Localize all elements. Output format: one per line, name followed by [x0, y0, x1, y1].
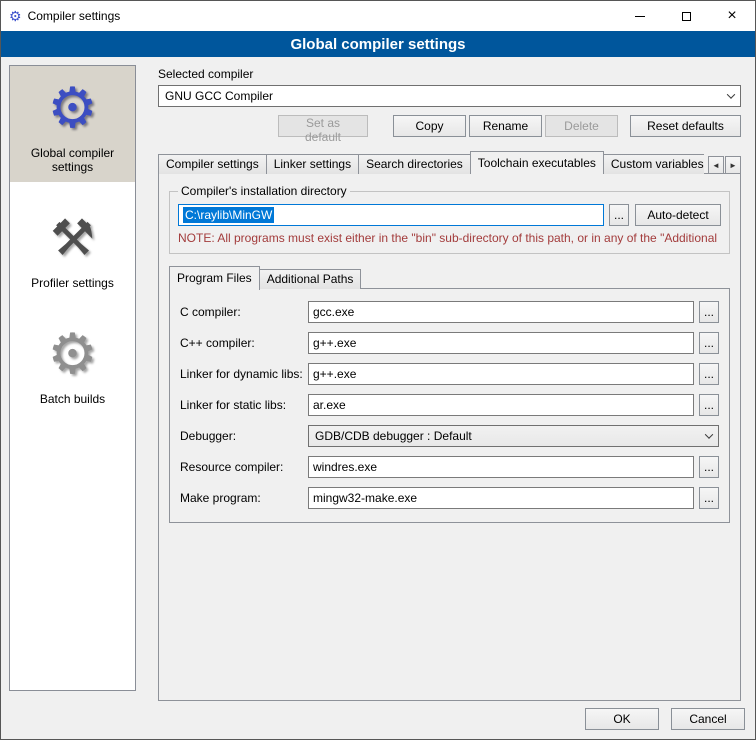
- minimize-button[interactable]: [617, 1, 663, 31]
- sidebar-item-label: Global compiler settings: [14, 146, 131, 174]
- browse-install-dir-button[interactable]: ...: [609, 204, 629, 226]
- sidebar: ⚙ Global compiler settings ⚒ Profiler se…: [9, 65, 136, 691]
- main-panel: Selected compiler GNU GCC Compiler Set a…: [158, 67, 741, 701]
- sidebar-item-batch-builds[interactable]: ⚙ Batch builds: [10, 312, 135, 414]
- resource-compiler-input[interactable]: [308, 456, 694, 478]
- profiler-hammer-icon: ⚒: [14, 206, 131, 270]
- tab-scroll-right-button[interactable]: ►: [725, 156, 741, 174]
- program-files-tab-strip: Program Files Additional Paths: [169, 266, 730, 289]
- selected-compiler-value: GNU GCC Compiler: [159, 89, 722, 103]
- window-title: Compiler settings: [28, 9, 121, 23]
- reset-defaults-button[interactable]: Reset defaults: [630, 115, 741, 137]
- tab-custom-variables[interactable]: Custom variables: [603, 154, 704, 174]
- auto-detect-button[interactable]: Auto-detect: [635, 204, 721, 226]
- toolchain-executables-panel: Compiler's installation directory C:\ray…: [158, 173, 741, 701]
- dynamic-linker-row: Linker for dynamic libs: ...: [180, 363, 719, 385]
- tab-scroll-left-button[interactable]: ◄: [708, 156, 724, 174]
- tab-linker-settings[interactable]: Linker settings: [266, 154, 359, 174]
- browse-cpp-compiler-button[interactable]: ...: [699, 332, 719, 354]
- settings-tab-strip: Compiler settings Linker settings Search…: [158, 151, 741, 174]
- delete-button[interactable]: Delete: [545, 115, 618, 137]
- debugger-label: Debugger:: [180, 429, 308, 443]
- c-compiler-label: C compiler:: [180, 305, 308, 319]
- dialog-footer: OK Cancel: [585, 708, 745, 730]
- page-title: Global compiler settings: [1, 31, 755, 57]
- copy-button[interactable]: Copy: [393, 115, 466, 137]
- static-linker-label: Linker for static libs:: [180, 398, 308, 412]
- install-dir-input[interactable]: C:\raylib\MinGW: [178, 204, 604, 226]
- note-text: NOTE: All programs must exist either in …: [178, 231, 721, 245]
- tab-compiler-settings[interactable]: Compiler settings: [158, 154, 267, 174]
- tab-search-directories[interactable]: Search directories: [358, 154, 471, 174]
- maximize-icon: [682, 12, 691, 21]
- compiler-buttons-row: Set as default Copy Rename Delete Reset …: [158, 115, 741, 137]
- browse-static-linker-button[interactable]: ...: [699, 394, 719, 416]
- window-controls: ×: [617, 1, 755, 31]
- browse-resource-compiler-button[interactable]: ...: [699, 456, 719, 478]
- resource-compiler-label: Resource compiler:: [180, 460, 308, 474]
- debugger-value: GDB/CDB debugger : Default: [309, 429, 700, 443]
- close-icon: ×: [727, 8, 736, 24]
- sidebar-item-global-compiler-settings[interactable]: ⚙ Global compiler settings: [10, 66, 135, 182]
- c-compiler-input[interactable]: [308, 301, 694, 323]
- selected-compiler-dropdown[interactable]: GNU GCC Compiler: [158, 85, 741, 107]
- tabs-container: Compiler settings Linker settings Search…: [158, 151, 704, 174]
- cpp-compiler-label: C++ compiler:: [180, 336, 308, 350]
- gear-gray-icon: ⚙: [14, 322, 131, 386]
- program-files-panel: C compiler: ... C++ compiler: ... Linker…: [169, 288, 730, 523]
- app-gear-icon: ⚙: [9, 9, 22, 23]
- set-as-default-button[interactable]: Set as default: [278, 115, 368, 137]
- ok-button[interactable]: OK: [585, 708, 659, 730]
- static-linker-row: Linker for static libs: ...: [180, 394, 719, 416]
- browse-c-compiler-button[interactable]: ...: [699, 301, 719, 323]
- debugger-dropdown[interactable]: GDB/CDB debugger : Default: [308, 425, 719, 447]
- tab-toolchain-executables[interactable]: Toolchain executables: [470, 151, 604, 174]
- dynamic-linker-input[interactable]: [308, 363, 694, 385]
- minimize-icon: [635, 16, 645, 17]
- close-button[interactable]: ×: [709, 1, 755, 31]
- c-compiler-row: C compiler: ...: [180, 301, 719, 323]
- sidebar-item-profiler-settings[interactable]: ⚒ Profiler settings: [10, 196, 135, 298]
- cpp-compiler-input[interactable]: [308, 332, 694, 354]
- tab-program-files[interactable]: Program Files: [169, 266, 260, 290]
- tab-additional-paths[interactable]: Additional Paths: [259, 269, 362, 289]
- resource-compiler-row: Resource compiler: ...: [180, 456, 719, 478]
- installation-directory-group: Compiler's installation directory C:\ray…: [169, 184, 730, 254]
- cpp-compiler-row: C++ compiler: ...: [180, 332, 719, 354]
- install-dir-selected-text: C:\raylib\MinGW: [183, 207, 274, 223]
- make-program-row: Make program: ...: [180, 487, 719, 509]
- chevron-down-icon: [722, 93, 740, 99]
- make-program-label: Make program:: [180, 491, 308, 505]
- gear-blue-icon: ⚙: [14, 76, 131, 140]
- selected-compiler-label: Selected compiler: [158, 67, 741, 81]
- tab-scroll-buttons: ◄ ►: [707, 156, 741, 174]
- arrow-left-icon: ◄: [712, 161, 720, 170]
- compiler-settings-window: ⚙ Compiler settings × Global compiler se…: [0, 0, 756, 740]
- installation-directory-row: C:\raylib\MinGW ... Auto-detect: [178, 204, 721, 226]
- cancel-button[interactable]: Cancel: [671, 708, 745, 730]
- chevron-down-icon: [700, 433, 718, 439]
- static-linker-input[interactable]: [308, 394, 694, 416]
- make-program-input[interactable]: [308, 487, 694, 509]
- installation-directory-legend: Compiler's installation directory: [178, 184, 350, 198]
- title-bar: ⚙ Compiler settings ×: [1, 1, 755, 31]
- maximize-button[interactable]: [663, 1, 709, 31]
- browse-make-program-button[interactable]: ...: [699, 487, 719, 509]
- browse-dynamic-linker-button[interactable]: ...: [699, 363, 719, 385]
- sidebar-item-label: Batch builds: [14, 392, 131, 406]
- dynamic-linker-label: Linker for dynamic libs:: [180, 367, 308, 381]
- arrow-right-icon: ►: [729, 161, 737, 170]
- rename-button[interactable]: Rename: [469, 115, 542, 137]
- sidebar-item-label: Profiler settings: [14, 276, 131, 290]
- debugger-row: Debugger: GDB/CDB debugger : Default: [180, 425, 719, 447]
